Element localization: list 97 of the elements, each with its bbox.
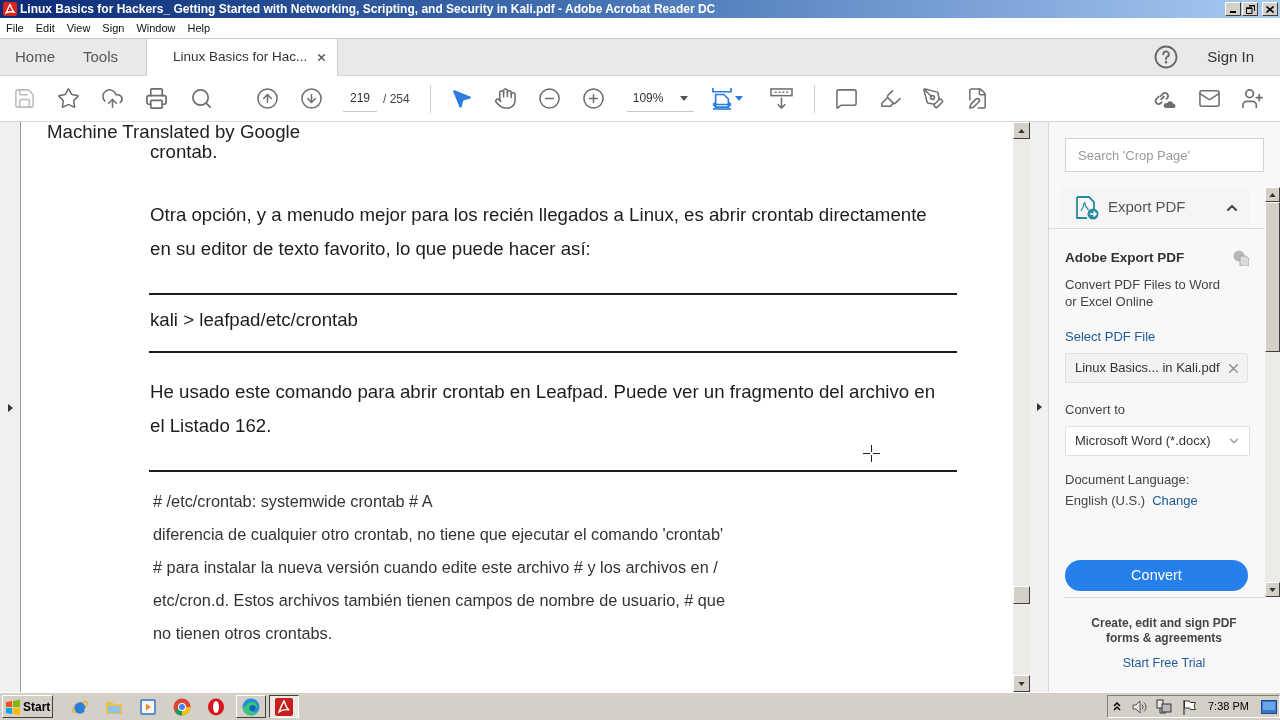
nav-tab[interactable]: Home bbox=[0, 39, 69, 75]
flag-icon[interactable] bbox=[1181, 698, 1197, 715]
pdf-app-icon bbox=[275, 697, 293, 716]
pointer-icon bbox=[450, 87, 474, 110]
triangle-right-icon bbox=[7, 403, 13, 412]
free-trial-link[interactable]: Start Free Trial bbox=[1122, 656, 1206, 671]
scroll-down-button[interactable] bbox=[1265, 582, 1280, 597]
menu-item[interactable]: Window bbox=[136, 21, 176, 35]
scroll-up-button[interactable] bbox=[1265, 187, 1280, 202]
scroll-thumb[interactable] bbox=[1265, 202, 1280, 352]
paragraph: Otra opción, y a menudo mejor para los recién llegados a Linux, es abrir crontab directamente en su editor de texto favorito, lo que puede hacer así: bbox=[150, 203, 928, 261]
section-heading: Adobe Export PDF bbox=[1065, 249, 1185, 267]
hand-icon bbox=[494, 87, 518, 110]
listing-line: no tienen otros crontabs. bbox=[153, 623, 334, 644]
add-user-icon bbox=[1240, 87, 1264, 110]
close-icon[interactable] bbox=[316, 52, 328, 63]
scroll-down-button[interactable] bbox=[1013, 675, 1030, 692]
export-document-icon bbox=[1075, 195, 1099, 220]
help-icon[interactable] bbox=[1154, 45, 1179, 69]
minimize-icon bbox=[1230, 11, 1236, 13]
paragraph: He usado este comando para abrir crontab en Leafpad. Puede ver un fragmento del archivo en el Listado 162. bbox=[150, 380, 937, 438]
triangle-right-icon bbox=[1036, 403, 1042, 411]
search-field[interactable]: Search 'Crop Page' bbox=[1065, 138, 1264, 172]
zoom-dropdown[interactable]: 109% bbox=[626, 85, 694, 112]
crosshair-cursor-icon bbox=[863, 445, 880, 462]
page-total-text: / 254 bbox=[383, 90, 410, 108]
page-number-field[interactable]: 219 bbox=[343, 85, 377, 112]
convert-button[interactable]: Convert bbox=[1065, 560, 1248, 591]
window-title: Linux Basics for Hackers_ Getting Started with Networking, Scripting, and Security in Kali.pdf - Adobe Acrobat Reader DC bbox=[20, 1, 716, 17]
sign-in-button[interactable]: Sign In bbox=[1207, 45, 1254, 69]
close-button[interactable] bbox=[1262, 2, 1278, 16]
menu-item[interactable]: Sign bbox=[102, 21, 125, 35]
envelope-icon bbox=[1197, 87, 1221, 110]
convert-to-label: Convert to bbox=[1065, 402, 1126, 418]
cloud-upload-icon bbox=[100, 87, 124, 110]
restore-button[interactable] bbox=[1242, 2, 1258, 16]
zoom-out-icon bbox=[538, 87, 562, 110]
scroll-mode-icon bbox=[770, 88, 794, 109]
listing-line: etc/cron.d. Estos archivos también tienen campos de nombre de usuario, # que bbox=[153, 590, 726, 611]
language-value: English (U.S.) bbox=[1065, 493, 1146, 509]
taskbar-button[interactable] bbox=[269, 695, 299, 718]
save-icon bbox=[12, 87, 36, 110]
caret-down-icon bbox=[679, 95, 688, 101]
comment-icon bbox=[835, 87, 859, 110]
media-player-icon bbox=[139, 697, 157, 716]
restore-icon bbox=[1245, 4, 1255, 14]
triangle-down-icon bbox=[1269, 587, 1276, 592]
swirl-logo-icon bbox=[242, 697, 260, 716]
promo-text: Create, edit and sign PDF forms & agreements bbox=[1090, 616, 1238, 646]
close-icon bbox=[1266, 5, 1274, 13]
format-dropdown[interactable]: Microsoft Word (*.docx) bbox=[1065, 426, 1250, 456]
clock-text: 7:38 PM bbox=[1208, 699, 1249, 715]
body-text: crontab. bbox=[150, 142, 218, 162]
network-icon[interactable] bbox=[1156, 698, 1172, 715]
desktop-icon[interactable] bbox=[1261, 699, 1277, 714]
nav-tab[interactable]: Tools bbox=[69, 39, 133, 75]
scrollbar[interactable] bbox=[1013, 122, 1030, 692]
listing-line: # /etc/crontab: systemwide crontab # A bbox=[153, 491, 434, 512]
fit-page-icon bbox=[711, 86, 732, 111]
pdf-app-icon bbox=[3, 2, 17, 16]
highlighter-icon bbox=[879, 87, 903, 110]
browser-icon bbox=[173, 697, 191, 716]
listing-line: # para instalar la nueva versión cuando edite este archivo # y los archivos en / bbox=[153, 557, 719, 578]
triangle-up-icon bbox=[1269, 192, 1276, 197]
triangle-down-icon bbox=[1018, 681, 1025, 686]
minimize-button[interactable] bbox=[1225, 2, 1241, 16]
windows-flag-icon bbox=[5, 698, 21, 715]
scrollbar[interactable] bbox=[1265, 187, 1280, 597]
documents-icon bbox=[1233, 250, 1249, 266]
speaker-icon[interactable] bbox=[1131, 698, 1147, 715]
pen-nib-icon bbox=[922, 87, 946, 110]
scroll-up-button[interactable] bbox=[1013, 122, 1030, 139]
command-text: kali > leafpad/etc/crontab bbox=[150, 309, 359, 331]
menu-item[interactable]: Help bbox=[187, 21, 211, 35]
page-header-text: Machine Translated by Google bbox=[46, 122, 302, 142]
change-link[interactable]: Change bbox=[1152, 493, 1198, 509]
zoom-in-icon bbox=[582, 87, 606, 110]
menu-item[interactable]: View bbox=[66, 21, 91, 35]
printer-icon bbox=[144, 87, 168, 110]
select-file-link[interactable]: Select PDF File bbox=[1065, 329, 1250, 345]
double-chevron-up-icon[interactable] bbox=[1113, 702, 1121, 711]
listing-line: diferencia de cualquier otro crontab, no tiene que ejecutar el comando 'crontab' bbox=[153, 524, 725, 545]
search-icon bbox=[189, 87, 213, 110]
triangle-up-icon bbox=[1018, 128, 1025, 133]
o-logo-icon bbox=[207, 697, 225, 716]
arrow-down-circle-icon bbox=[299, 87, 323, 110]
start-button[interactable]: Start bbox=[2, 695, 53, 718]
arrow-up-circle-icon bbox=[255, 87, 279, 110]
scroll-thumb[interactable] bbox=[1013, 586, 1030, 604]
file-field[interactable]: Linux Basics... in Kali.pdf bbox=[1065, 353, 1248, 383]
menu-item[interactable]: File bbox=[6, 21, 24, 35]
star-icon bbox=[56, 87, 80, 110]
language-label: Document Language: bbox=[1065, 472, 1191, 488]
document-tab[interactable]: Linux Basics for Hac... bbox=[146, 39, 339, 76]
caret-down-icon bbox=[734, 96, 743, 101]
menu-item[interactable]: Edit bbox=[35, 21, 55, 35]
description-text: Convert PDF Files to Word or Excel Online bbox=[1065, 276, 1222, 310]
